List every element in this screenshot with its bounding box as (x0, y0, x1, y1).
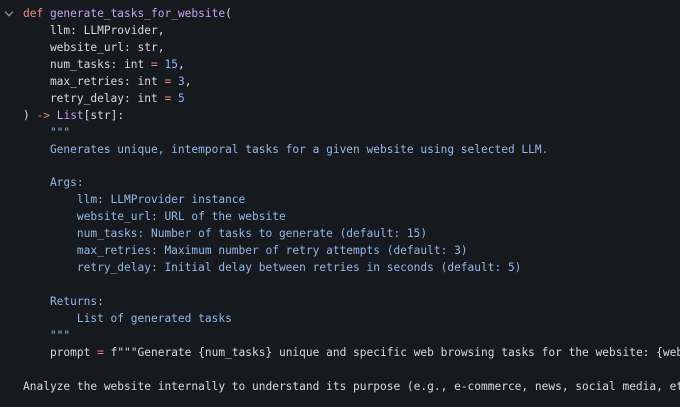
code-line[interactable]: max_retries: int = 3, (23, 74, 680, 91)
code-line[interactable]: website_url: str, (23, 40, 680, 57)
code-line[interactable]: List of generated tasks (23, 311, 680, 328)
code-token: """ (23, 328, 71, 342)
code-token: prompt (23, 345, 98, 359)
code-line[interactable]: website_url: URL of the website (23, 209, 680, 226)
code-token: retry_delay: Initial delay between retri… (23, 261, 522, 275)
code-token: , (184, 74, 192, 88)
code-token: Generates unique, intemporal tasks for a… (23, 142, 549, 156)
code-line[interactable]: ) -> List[str]: (23, 108, 680, 125)
code-line[interactable]: """ (23, 125, 680, 142)
code-block[interactable]: def generate_tasks_for_website( llm: LLM… (23, 6, 680, 396)
code-token: -> (36, 108, 50, 122)
code-line[interactable]: llm: LLMProvider instance (23, 192, 680, 209)
code-token: 5 (177, 91, 185, 105)
code-line[interactable]: max_retries: Maximum number of retry att… (23, 243, 680, 260)
code-token: List (56, 108, 84, 122)
code-line[interactable]: Generates unique, intemporal tasks for a… (23, 142, 680, 159)
code-token: f"""Generate {num_tasks} unique and spec… (103, 345, 680, 359)
code-token: website_url: str, (23, 40, 165, 54)
code-token: num_tasks: int (23, 57, 151, 71)
code-token: llm: LLMProvider instance (23, 193, 246, 207)
code-line[interactable]: Analyze the website internally to unders… (23, 379, 680, 396)
code-token: retry_delay: int (23, 91, 165, 105)
code-token: Analyze the website internally to unders… (23, 379, 680, 393)
code-line[interactable]: num_tasks: int = 15, (23, 57, 680, 74)
chevron-down-icon[interactable] (4, 9, 14, 19)
code-line[interactable]: llm: LLMProvider, (23, 23, 680, 40)
code-token: max_retries: int (23, 74, 165, 88)
code-token: 15 (164, 57, 178, 71)
code-line[interactable]: retry_delay: Initial delay between retri… (23, 260, 680, 277)
code-token: max_retries: Maximum number of retry att… (23, 244, 468, 258)
code-line[interactable]: Args: (23, 175, 680, 192)
code-line[interactable] (23, 362, 680, 379)
code-token: llm: LLMProvider, (23, 23, 165, 37)
code-line[interactable]: retry_delay: int = 5 (23, 91, 680, 108)
code-line[interactable]: def generate_tasks_for_website( (23, 6, 680, 23)
code-line[interactable] (23, 277, 680, 294)
code-token: Returns: (23, 294, 104, 308)
code-token: = (150, 57, 158, 71)
code-token: def (23, 7, 50, 20)
code-token: ( (225, 7, 232, 20)
code-token: 3 (177, 74, 185, 88)
code-line[interactable]: Returns: (23, 294, 680, 311)
code-token: [str]: (83, 108, 125, 122)
code-line[interactable]: prompt = f"""Generate {num_tasks} unique… (23, 345, 680, 362)
code-token: = (97, 345, 104, 359)
code-token: num_tasks: Number of tasks to generate (… (23, 227, 428, 241)
code-line[interactable] (23, 158, 680, 175)
code-token: generate_tasks_for_website (49, 7, 226, 20)
code-token: , (177, 57, 185, 71)
code-editor[interactable]: def generate_tasks_for_website( llm: LLM… (0, 0, 680, 407)
code-token: """ (23, 125, 71, 139)
code-line[interactable]: """ (23, 328, 680, 345)
code-token: Args: (23, 176, 84, 190)
code-token: website_url: URL of the website (23, 210, 286, 224)
code-line[interactable]: num_tasks: Number of tasks to generate (… (23, 226, 680, 243)
code-token: List of generated tasks (23, 311, 232, 325)
code-token: ) (23, 108, 37, 122)
